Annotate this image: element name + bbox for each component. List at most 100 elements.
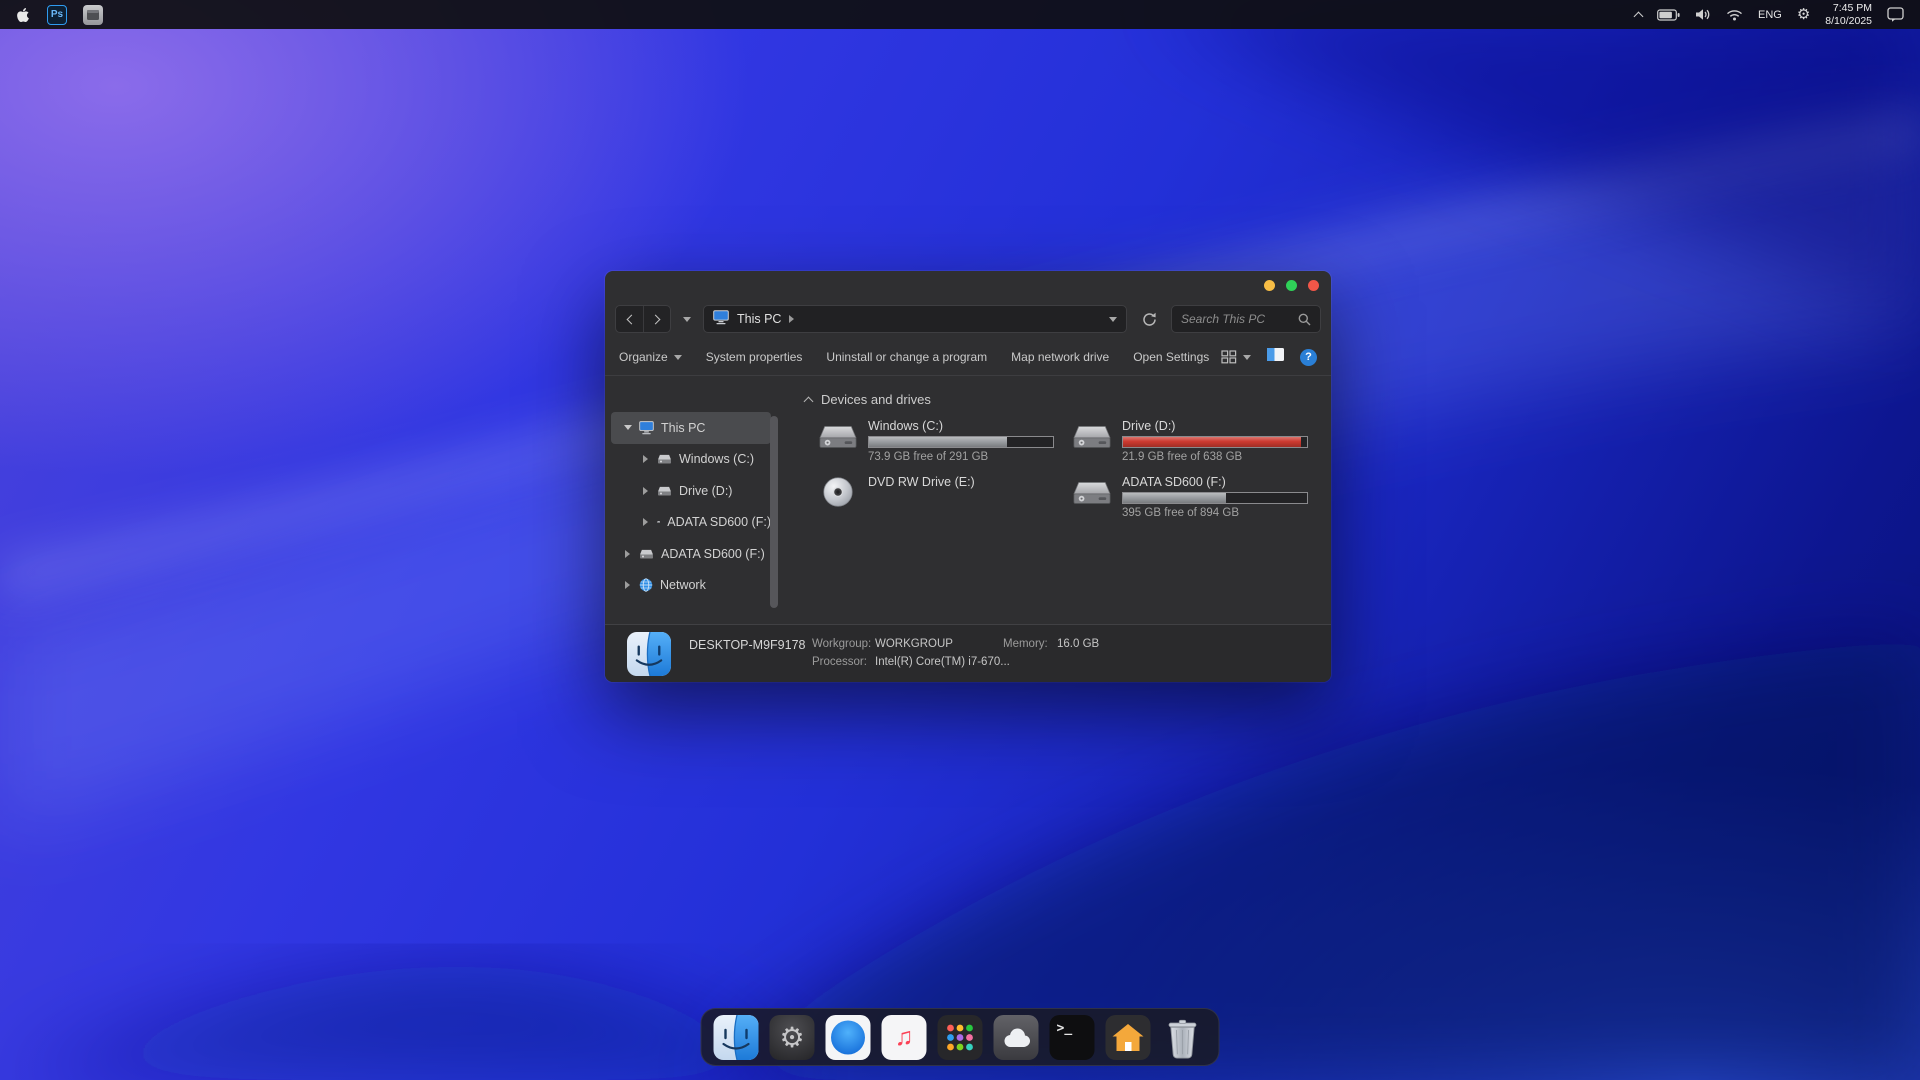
breadcrumb-arrow-icon[interactable] bbox=[789, 315, 794, 323]
drive-tile-drive-d[interactable]: Drive (D:) 21.9 GB free of 638 GB bbox=[1071, 417, 1325, 473]
sidebar-item-this-pc[interactable]: This PC bbox=[611, 412, 771, 444]
drive-tile-windows-c[interactable]: Windows (C:) 73.9 GB free of 291 GB bbox=[817, 417, 1071, 473]
dvd-disc-icon bbox=[817, 473, 859, 529]
hdd-icon bbox=[1071, 473, 1113, 529]
capacity-bar-fill bbox=[1123, 437, 1301, 447]
dock-safari-icon[interactable] bbox=[826, 1015, 871, 1060]
sidebar-item-network[interactable]: Network bbox=[611, 570, 771, 602]
sidebar-item-adata-f[interactable]: ADATA SD600 (F:) bbox=[611, 507, 771, 539]
dock-weather-icon[interactable] bbox=[994, 1015, 1039, 1060]
zoom-button[interactable] bbox=[1286, 280, 1297, 291]
dock-home-icon[interactable] bbox=[1106, 1015, 1151, 1060]
sidebar-item-drive-d[interactable]: Drive (D:) bbox=[611, 475, 771, 507]
capacity-bar bbox=[868, 436, 1054, 448]
forward-button[interactable] bbox=[643, 306, 670, 332]
uninstall-program-button[interactable]: Uninstall or change a program bbox=[826, 350, 987, 364]
dock-trash-icon[interactable] bbox=[1162, 1015, 1207, 1060]
clock-time: 7:45 PM bbox=[1825, 2, 1872, 15]
breadcrumb-location[interactable]: This PC bbox=[737, 312, 781, 326]
apple-menu-icon[interactable] bbox=[16, 6, 31, 23]
group-header-label: Devices and drives bbox=[821, 392, 931, 407]
desktop[interactable]: Ps ENG ⚙ 7:45 PM 8/10/2025 bbox=[0, 0, 1920, 1080]
command-toolbar: Organize System properties Uninstall or … bbox=[605, 339, 1331, 375]
menubar: Ps ENG ⚙ 7:45 PM 8/10/2025 bbox=[0, 0, 1920, 29]
drive-tile-adata-f[interactable]: ADATA SD600 (F:) 395 GB free of 894 GB bbox=[1071, 473, 1325, 529]
map-network-drive-button[interactable]: Map network drive bbox=[1011, 350, 1109, 364]
hdd-icon bbox=[1071, 417, 1113, 473]
sidebar-label: Network bbox=[660, 578, 706, 592]
volume-icon[interactable] bbox=[1695, 8, 1711, 21]
drive-icon bbox=[657, 516, 660, 528]
search-box[interactable] bbox=[1171, 305, 1321, 333]
dock: ⚙ ♫ >_ bbox=[701, 1008, 1220, 1066]
expand-arrow-icon[interactable] bbox=[643, 455, 648, 463]
computer-name: DESKTOP-M9F9178 bbox=[689, 638, 805, 652]
back-button[interactable] bbox=[616, 306, 643, 332]
language-indicator[interactable]: ENG bbox=[1758, 9, 1782, 21]
collapse-group-icon[interactable] bbox=[804, 396, 814, 406]
dock-terminal-icon[interactable]: >_ bbox=[1050, 1015, 1095, 1060]
hdd-icon bbox=[817, 417, 859, 473]
sidebar-item-windows-c[interactable]: Windows (C:) bbox=[611, 444, 771, 476]
battery-icon[interactable] bbox=[1657, 9, 1680, 21]
clock[interactable]: 7:45 PM 8/10/2025 bbox=[1825, 2, 1872, 28]
address-dropdown-icon[interactable] bbox=[1109, 317, 1117, 322]
chevron-down-icon bbox=[1243, 355, 1251, 360]
search-input[interactable] bbox=[1181, 312, 1292, 326]
settings-gear-icon[interactable]: ⚙ bbox=[1797, 7, 1810, 22]
sidebar-label: ADATA SD600 (F:) bbox=[667, 515, 771, 529]
free-space-label: 21.9 GB free of 638 GB bbox=[1122, 451, 1308, 463]
free-space-label: 395 GB free of 894 GB bbox=[1122, 507, 1308, 519]
refresh-button[interactable] bbox=[1135, 305, 1163, 333]
notifications-icon[interactable] bbox=[1887, 7, 1904, 22]
file-list-area: Devices and drives Windows (C:) 73.9 GB … bbox=[777, 376, 1331, 624]
capacity-bar-fill bbox=[869, 437, 1007, 447]
music-note-glyph: ♫ bbox=[895, 1023, 914, 1052]
memory-label: Memory: bbox=[1003, 638, 1048, 650]
sidebar-label: Drive (D:) bbox=[679, 484, 732, 498]
open-settings-button[interactable]: Open Settings bbox=[1133, 350, 1209, 364]
dock-music-icon[interactable]: ♫ bbox=[882, 1015, 927, 1060]
drive-tile-dvd-e[interactable]: DVD RW Drive (E:) bbox=[817, 473, 1071, 529]
drive-name: Windows (C:) bbox=[868, 419, 1054, 433]
drive-name: DVD RW Drive (E:) bbox=[868, 475, 975, 489]
dock-finder-icon[interactable] bbox=[714, 1015, 759, 1060]
view-mode-button[interactable] bbox=[1221, 350, 1251, 364]
details-pane: DESKTOP-M9F9178 Workgroup: WORKGROUP Mem… bbox=[605, 624, 1331, 682]
capacity-bar-fill bbox=[1123, 493, 1226, 503]
expand-arrow-icon[interactable] bbox=[625, 550, 630, 558]
workgroup-value: WORKGROUP bbox=[875, 638, 953, 650]
minimize-button[interactable] bbox=[1264, 280, 1275, 291]
this-pc-icon bbox=[713, 310, 729, 328]
recent-locations-dropdown[interactable] bbox=[679, 317, 695, 322]
file-explorer-window: This PC Organize System properties U bbox=[605, 271, 1331, 682]
system-properties-button[interactable]: System properties bbox=[706, 350, 803, 364]
dock-launchpad-icon[interactable] bbox=[938, 1015, 983, 1060]
address-bar[interactable]: This PC bbox=[703, 305, 1127, 333]
expand-arrow-icon[interactable] bbox=[625, 581, 630, 589]
processor-label: Processor: bbox=[812, 656, 867, 668]
preview-pane-button[interactable] bbox=[1266, 347, 1285, 367]
file-manager-app-icon[interactable] bbox=[83, 5, 103, 25]
expand-arrow-icon[interactable] bbox=[643, 518, 648, 526]
chevron-left-icon bbox=[626, 314, 636, 324]
collapse-arrow-icon[interactable] bbox=[624, 425, 632, 430]
close-button[interactable] bbox=[1308, 280, 1319, 291]
window-titlebar[interactable] bbox=[605, 271, 1331, 299]
photoshop-label: Ps bbox=[51, 9, 63, 20]
sidebar-item-adata-f-device[interactable]: ADATA SD600 (F:) bbox=[611, 538, 771, 570]
drive-name: ADATA SD600 (F:) bbox=[1122, 475, 1308, 489]
search-icon bbox=[1298, 313, 1311, 326]
group-header-devices[interactable]: Devices and drives bbox=[805, 390, 1331, 408]
wifi-icon[interactable] bbox=[1726, 9, 1743, 21]
photoshop-app-icon[interactable]: Ps bbox=[47, 5, 67, 25]
drive-icon bbox=[639, 548, 654, 560]
sidebar-scrollbar[interactable] bbox=[770, 416, 778, 608]
dock-system-preferences-icon[interactable]: ⚙ bbox=[770, 1015, 815, 1060]
sidebar-label: This PC bbox=[661, 421, 705, 435]
organize-menu-button[interactable]: Organize bbox=[619, 350, 682, 364]
hidden-icons-arrow-icon[interactable] bbox=[1635, 10, 1642, 20]
expand-arrow-icon[interactable] bbox=[643, 487, 648, 495]
preview-pane-icon bbox=[1266, 347, 1285, 362]
help-button[interactable]: ? bbox=[1300, 349, 1317, 366]
